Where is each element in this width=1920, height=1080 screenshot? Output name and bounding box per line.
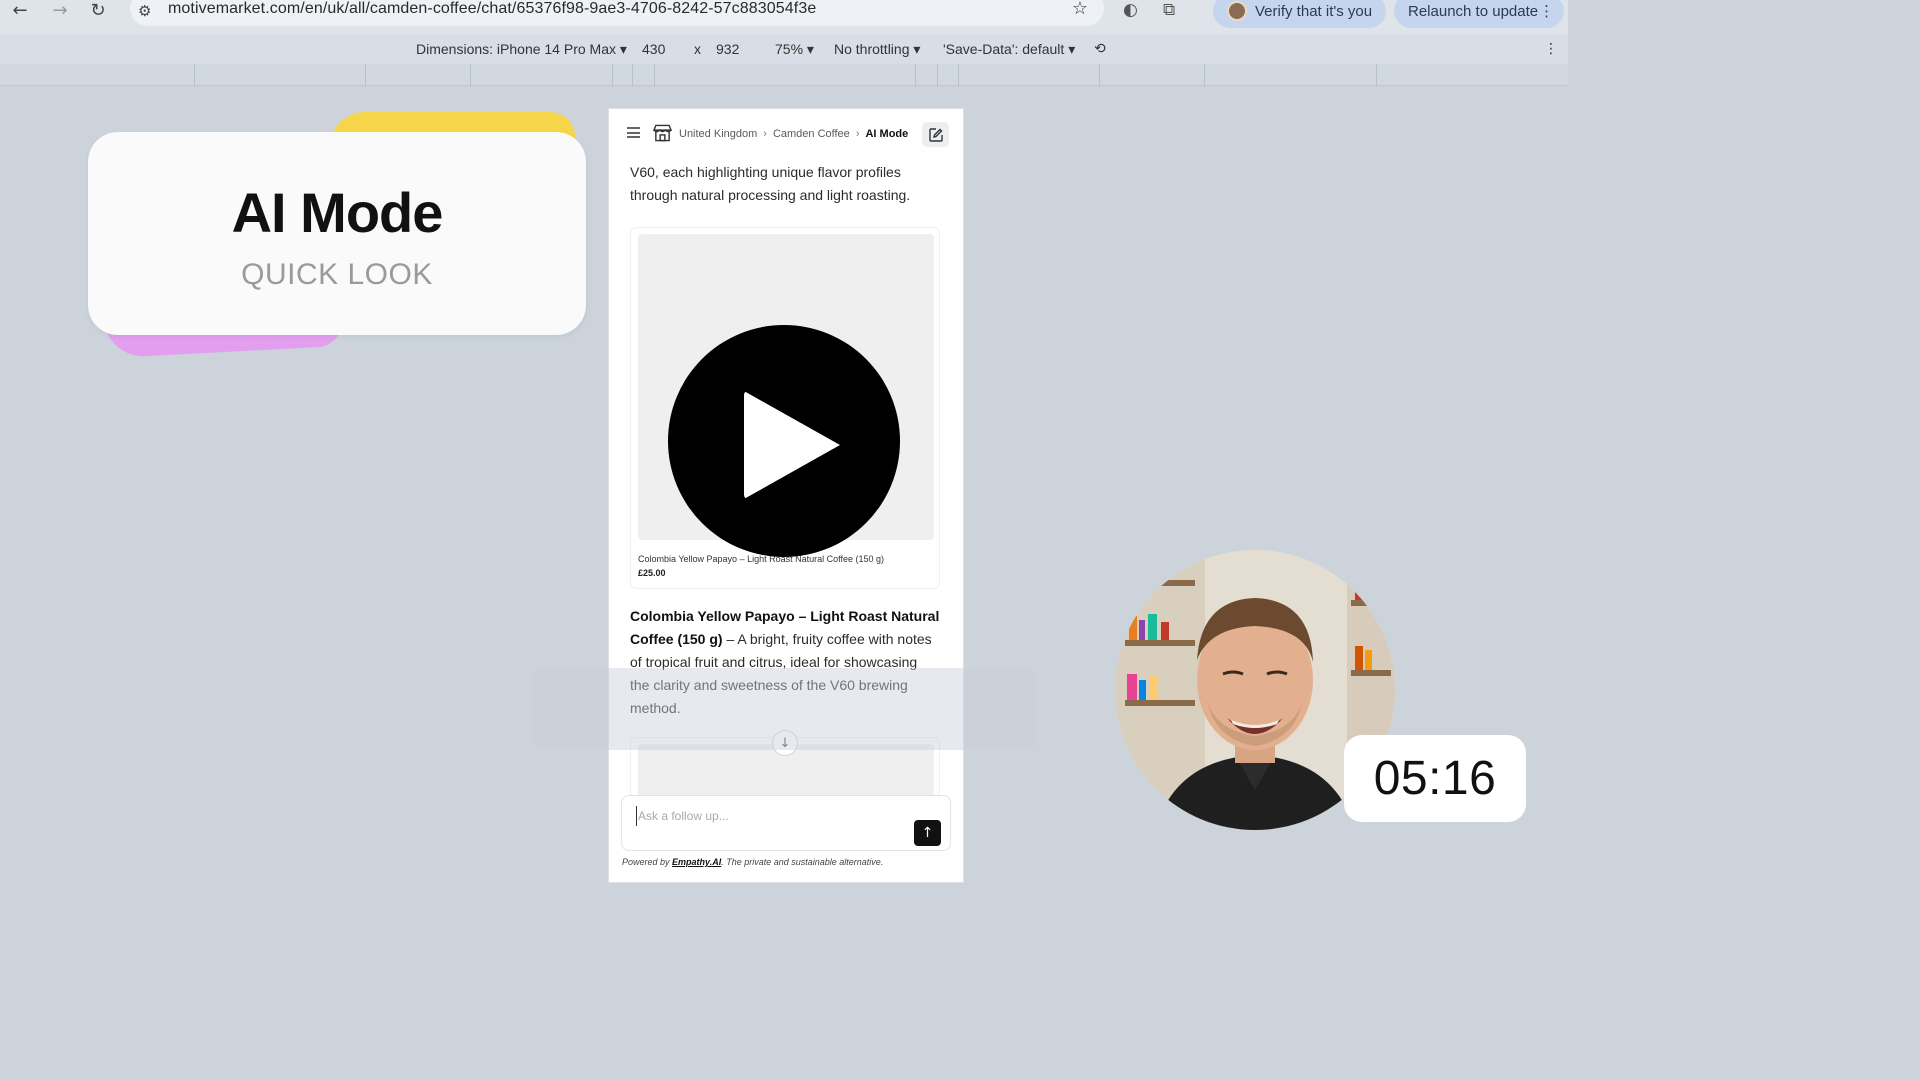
powered-suffix: . The private and sustainable alternativ… bbox=[721, 857, 884, 867]
chat-input-container: ↑ bbox=[621, 795, 951, 851]
video-timer: 05:16 bbox=[1344, 735, 1526, 822]
product-price: £25.00 bbox=[638, 568, 666, 578]
overlay-band bbox=[532, 668, 1038, 750]
title-card-heading: AI Mode bbox=[231, 181, 444, 244]
menu-icon[interactable] bbox=[627, 127, 640, 138]
empathy-ai-link[interactable]: Empathy.AI bbox=[672, 857, 721, 867]
device-toolbar: Dimensions: iPhone 14 Pro Max ▾ 430 x 93… bbox=[0, 34, 1568, 64]
dimension-separator: x bbox=[694, 41, 701, 57]
browser-toolbar: ← → ↻ ⚙ motivemarket.com/en/uk/all/camde… bbox=[0, 0, 1568, 34]
url-text[interactable]: motivemarket.com/en/uk/all/camden-coffee… bbox=[168, 0, 816, 18]
edit-icon bbox=[928, 127, 943, 142]
site-settings-icon[interactable]: ⚙ bbox=[138, 2, 151, 20]
forward-arrow-icon[interactable]: → bbox=[48, 0, 72, 21]
star-icon[interactable]: ☆ bbox=[1072, 0, 1088, 19]
chevron-right-icon: › bbox=[855, 128, 860, 140]
relaunch-button[interactable]: Relaunch to update ⋮ bbox=[1394, 0, 1565, 28]
assistant-message-intro: V60, each highlighting unique flavor pro… bbox=[630, 164, 911, 203]
play-icon bbox=[744, 391, 840, 499]
play-button[interactable] bbox=[668, 325, 900, 557]
puzzle-icon[interactable]: ⧉ bbox=[1163, 0, 1175, 20]
reload-icon[interactable]: ↻ bbox=[86, 0, 110, 21]
save-data-select[interactable]: 'Save-Data': default ▾ bbox=[943, 41, 1075, 58]
chat-header: United Kingdom › Camden Coffee › AI Mode bbox=[609, 109, 963, 159]
powered-by-footer: Powered by Empathy.AI. The private and s… bbox=[622, 857, 883, 867]
powered-prefix: Powered by bbox=[622, 857, 673, 867]
product-name[interactable]: Colombia Yellow Papayo – Light Roast Nat… bbox=[638, 554, 884, 564]
back-arrow-icon[interactable]: ← bbox=[8, 0, 32, 21]
send-button[interactable]: ↑ bbox=[914, 820, 941, 846]
verify-account-button[interactable]: Verify that it's you bbox=[1213, 0, 1387, 28]
devtools-more-icon[interactable]: ⋮ bbox=[1544, 41, 1558, 57]
title-card: AI Mode QUICK LOOK bbox=[88, 132, 586, 335]
address-bar[interactable]: ⚙ motivemarket.com/en/uk/all/camden-coff… bbox=[130, 0, 1104, 26]
device-dimensions-select[interactable]: Dimensions: iPhone 14 Pro Max ▾ bbox=[416, 41, 627, 58]
store-icon[interactable] bbox=[653, 124, 672, 142]
relaunch-label: Relaunch to update bbox=[1408, 2, 1539, 20]
breadcrumb-item-store[interactable]: Camden Coffee bbox=[773, 128, 850, 140]
chevron-right-icon: › bbox=[763, 128, 767, 140]
more-menu-icon[interactable]: ⋮ bbox=[1539, 2, 1554, 20]
media-query-ruler bbox=[0, 64, 1568, 86]
device-height-input[interactable]: 932 bbox=[716, 41, 739, 57]
extension-icon[interactable]: ◐ bbox=[1123, 0, 1138, 20]
new-chat-button[interactable] bbox=[922, 122, 949, 147]
profile-avatar bbox=[1227, 1, 1247, 21]
zoom-select[interactable]: 75% ▾ bbox=[775, 41, 814, 58]
title-card-subtitle: QUICK LOOK bbox=[241, 258, 433, 291]
follow-up-input[interactable] bbox=[636, 806, 896, 826]
throttling-select[interactable]: No throttling ▾ bbox=[834, 41, 920, 58]
arrow-up-icon: ↑ bbox=[921, 825, 934, 841]
verify-label: Verify that it's you bbox=[1255, 2, 1373, 20]
rotate-icon[interactable]: ⟲ bbox=[1094, 41, 1106, 57]
breadcrumb: United Kingdom › Camden Coffee › AI Mode bbox=[679, 128, 908, 140]
breadcrumb-item-country[interactable]: United Kingdom bbox=[679, 128, 757, 140]
breadcrumb-item-current: AI Mode bbox=[865, 128, 909, 140]
device-width-input[interactable]: 430 bbox=[642, 41, 665, 57]
